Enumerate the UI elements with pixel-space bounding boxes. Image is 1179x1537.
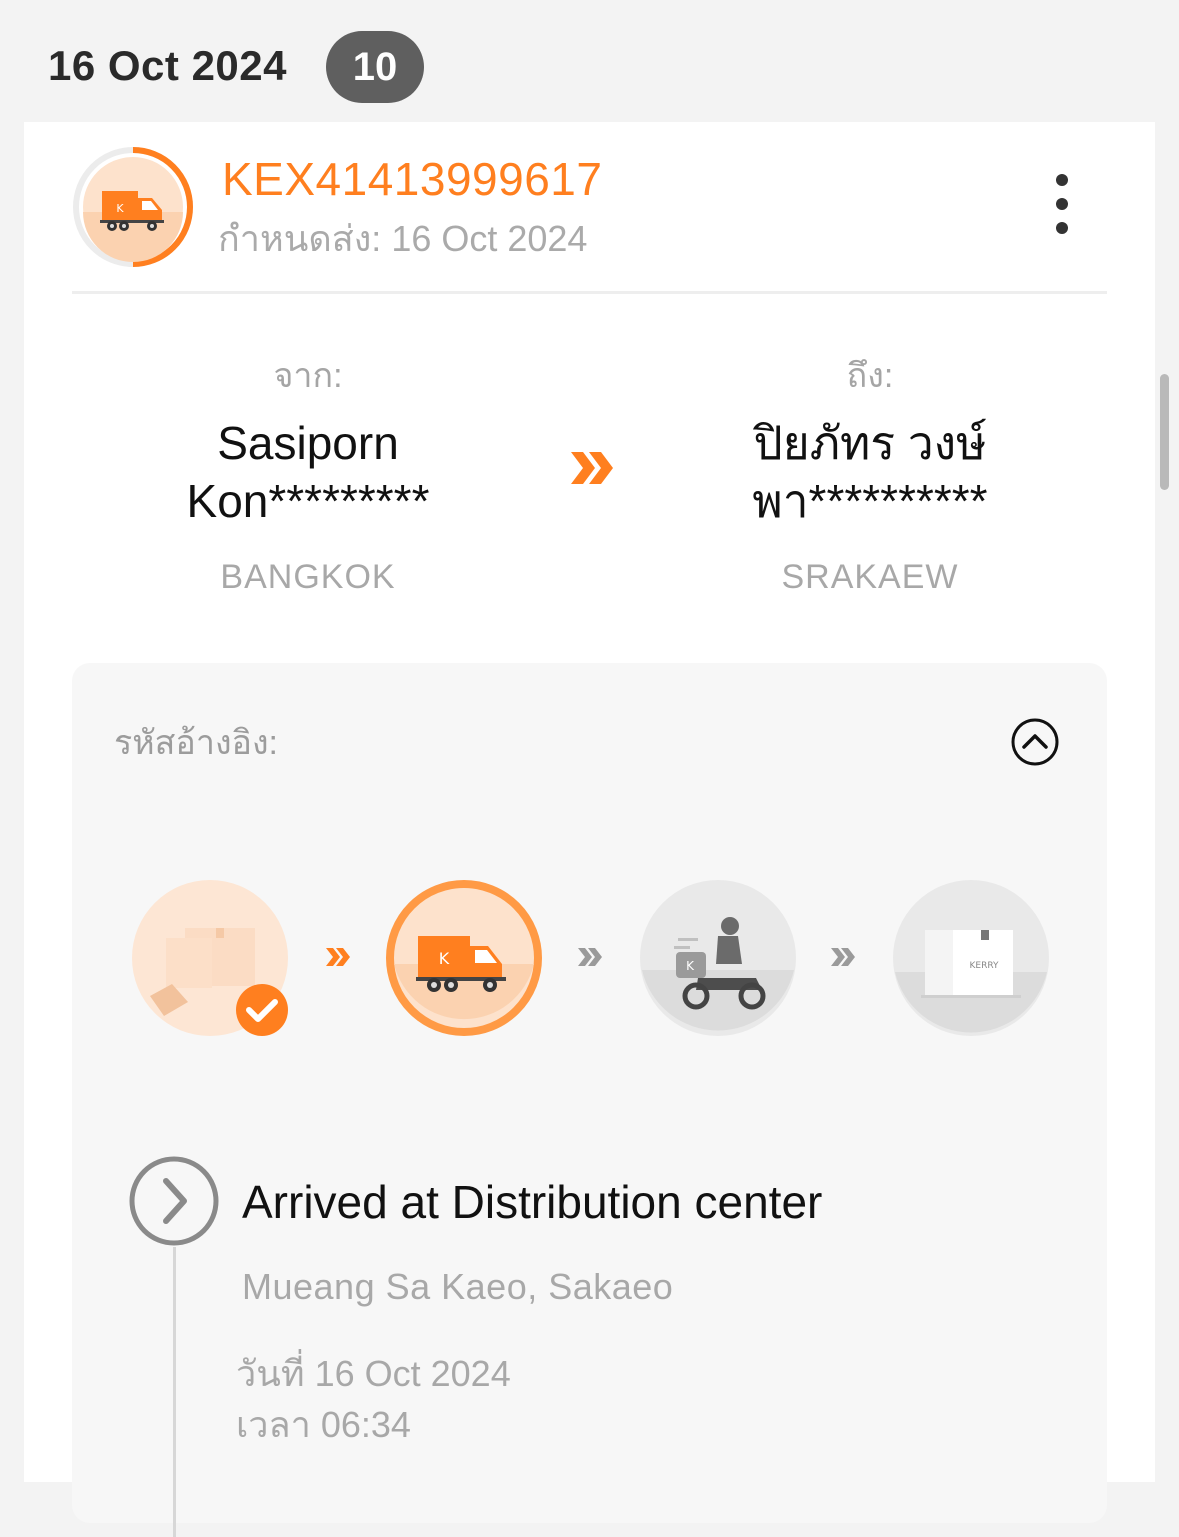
svg-text:K: K [686, 959, 695, 973]
sender-name-line2: Kon********* [186, 475, 430, 527]
sender-label: จาก: [273, 357, 343, 395]
svg-text:K: K [116, 202, 124, 215]
due-date-row: กำหนดส่ง: 16 Oct 2024 [218, 210, 587, 267]
progress-step-delivered: KERRY [891, 878, 1051, 1038]
more-options-button[interactable] [1042, 174, 1082, 244]
progress-step-courier: K [638, 878, 798, 1038]
collapse-button[interactable] [1010, 717, 1060, 767]
progress-step-transit: K [384, 878, 544, 1038]
due-date-label: กำหนดส่ง: [218, 218, 382, 259]
tracking-number[interactable]: KEX41413999617 [222, 152, 602, 206]
sender-city: BANGKOK [220, 558, 396, 596]
svg-text:K: K [439, 949, 450, 968]
scrollbar[interactable] [1160, 374, 1169, 490]
svg-text:KERRY: KERRY [969, 961, 999, 971]
receiver-block: ถึง: ปิยภัทร วงษ์ พา********** SRAKAEW [650, 348, 1090, 597]
group-date: 16 Oct 2024 [48, 42, 288, 89]
status-date-row: วันที่ 16 Oct 2024 [236, 1345, 511, 1402]
reference-label: รหัสอ้างอิง: [114, 724, 279, 762]
shipment-card[interactable]: K KEX41413999617 กำหนดส่ง: 16 Oct 2024 จ… [24, 122, 1155, 1537]
chevron-up-icon [1011, 718, 1059, 766]
reference-panel: รหัสอ้างอิง: K K KERRY Arrived at Distri… [72, 663, 1107, 1537]
status-title: Arrived at Distribution center [242, 1176, 823, 1228]
double-chevron-right-icon [569, 448, 615, 488]
status-location: Mueang Sa Kaeo, Sakaeo [242, 1266, 674, 1307]
package-pickup-icon [132, 880, 288, 1036]
step-arrow-icon [576, 944, 604, 970]
chevron-right-icon [129, 1156, 219, 1246]
status-time-label: เวลา [236, 1404, 311, 1445]
shipment-status-avatar: K [72, 146, 194, 268]
step-arrow-icon [829, 944, 857, 970]
receiver-name-line2: พา********** [752, 475, 988, 527]
status-date-label: วันที่ [236, 1353, 305, 1394]
more-vertical-icon [1056, 174, 1068, 186]
receiver-label: ถึง: [846, 357, 894, 395]
delivered-box-icon: KERRY [893, 880, 1049, 1036]
sender-block: จาก: Sasiporn Kon********* BANGKOK [88, 348, 528, 597]
status-time-row: เวลา 06:34 [236, 1396, 411, 1453]
courier-scooter-icon: K [640, 880, 796, 1036]
status-chevron-button[interactable] [128, 1155, 220, 1247]
receiver-name: ปิยภัทร วงษ์ พา********** [650, 414, 1090, 530]
more-vertical-icon-dot [1056, 198, 1068, 210]
status-date-value: 16 Oct 2024 [314, 1353, 511, 1394]
timeline-line [173, 1247, 176, 1537]
sender-name: Sasiporn Kon********* [88, 414, 528, 530]
due-date-value: 16 Oct 2024 [391, 218, 588, 259]
shipment-count-badge: 10 [326, 31, 424, 103]
status-time-value: 06:34 [320, 1404, 411, 1445]
date-group-header: 16 Oct 2024 10 [0, 0, 1179, 122]
header-divider [72, 291, 1107, 294]
step-arrow-icon [324, 944, 352, 970]
receiver-city: SRAKAEW [781, 558, 959, 596]
receiver-name-line1: ปิยภัทร วงษ์ [753, 417, 987, 469]
more-vertical-icon-dot [1056, 222, 1068, 234]
sender-name-line1: Sasiporn [217, 417, 399, 469]
delivery-truck-icon: K [386, 880, 542, 1036]
progress-step-pickup [130, 878, 290, 1038]
